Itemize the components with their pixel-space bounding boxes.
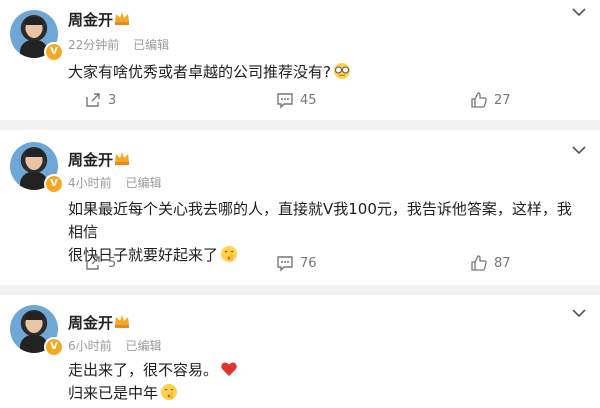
content-line: 归来已是中年 — [68, 384, 159, 402]
comment-button[interactable]: 45 — [276, 91, 317, 109]
comment-count: 76 — [300, 255, 317, 271]
share-button[interactable]: 3 — [84, 91, 116, 109]
post-meta: 6小时前 已编辑 — [68, 337, 171, 354]
timestamp[interactable]: 22分钟前 — [68, 38, 119, 52]
post-meta: 4小时前 已编辑 — [68, 174, 171, 191]
edited-label: 已编辑 — [133, 38, 170, 52]
content-line: 走出来了，很不容易。 — [68, 361, 219, 379]
crown-badge-icon — [115, 12, 129, 25]
timestamp[interactable]: 4小时前 — [68, 176, 112, 190]
author-name[interactable]: 周金开 — [68, 9, 113, 30]
post-content: 走出来了，很不容易。 归来已是中年 — [68, 359, 580, 405]
share-button[interactable]: 5 — [84, 254, 116, 272]
share-icon — [86, 93, 100, 107]
verified-badge-icon: V — [44, 42, 64, 62]
post-separator — [0, 120, 600, 130]
chevron-down-icon[interactable] — [570, 144, 588, 156]
content-line: 如果最近每个关心我去哪的人，直接就V我100元，我告诉他答案，这样，我相信 — [68, 200, 572, 241]
verified-badge-icon: V — [44, 174, 64, 194]
post-separator — [0, 285, 600, 295]
author-name[interactable]: 周金开 — [68, 312, 113, 333]
share-count: 5 — [108, 255, 117, 271]
post-3: V 周金开 6小时前 已编辑 走出来了，很不容易。 归来已是中年 — [0, 295, 600, 408]
edited-label: 已编辑 — [125, 339, 162, 353]
post-meta: 22分钟前 已编辑 — [68, 36, 179, 53]
like-button[interactable]: 87 — [470, 254, 511, 272]
like-count: 87 — [494, 255, 511, 271]
comment-button[interactable]: 76 — [276, 254, 317, 272]
share-count: 3 — [108, 92, 117, 108]
crown-badge-icon — [115, 315, 129, 328]
thumbs-up-icon — [471, 255, 487, 271]
post-1: V 周金开 22分钟前 已编辑 大家有啥优秀或者卓越的公司推荐没有? 3 45 — [0, 0, 600, 120]
verified-badge-icon: V — [44, 337, 64, 357]
share-icon — [86, 256, 100, 270]
chevron-down-icon[interactable] — [570, 6, 588, 18]
author-name[interactable]: 周金开 — [68, 149, 113, 170]
edited-label: 已编辑 — [125, 176, 162, 190]
chevron-down-icon[interactable] — [570, 307, 588, 319]
comment-count: 45 — [300, 92, 317, 108]
comment-icon — [277, 256, 293, 272]
content-line: 大家有啥优秀或者卓越的公司推荐没有? — [68, 63, 331, 81]
comment-icon — [277, 93, 293, 109]
post-content: 大家有啥优秀或者卓越的公司推荐没有? — [68, 61, 580, 84]
crown-badge-icon — [115, 152, 129, 165]
like-button[interactable]: 27 — [470, 91, 511, 109]
timestamp[interactable]: 6小时前 — [68, 339, 112, 353]
glasses-emoji-icon — [333, 63, 350, 79]
post-2: V 周金开 4小时前 已编辑 如果最近每个关心我去哪的人，直接就V我100元，我… — [0, 130, 600, 285]
like-count: 27 — [494, 92, 511, 108]
shush-emoji-icon — [161, 384, 178, 400]
shush-emoji-icon — [221, 246, 238, 262]
heart-icon — [221, 362, 237, 376]
thumbs-up-icon — [471, 92, 487, 108]
